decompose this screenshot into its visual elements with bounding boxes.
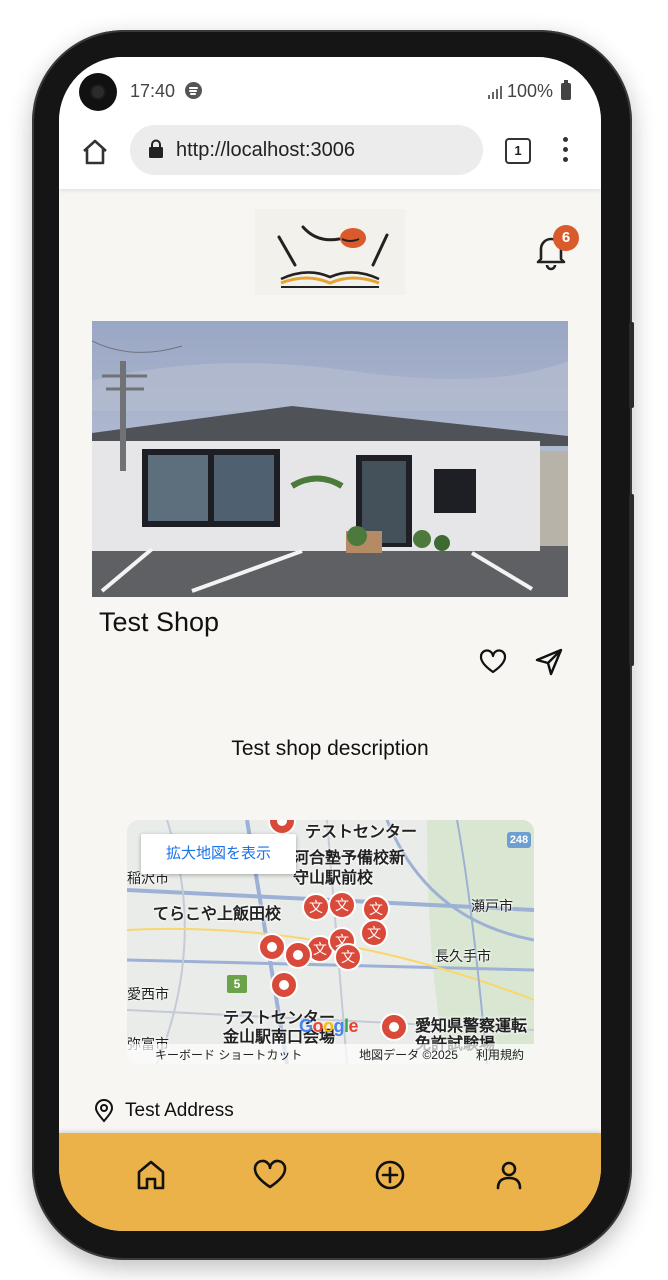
notification-badge: 6 <box>553 225 579 251</box>
battery-percent: 100% <box>506 81 553 101</box>
route-248-shield: 248 <box>509 834 529 846</box>
home-icon[interactable] <box>80 137 110 167</box>
favorite-icon[interactable] <box>479 648 507 676</box>
volume-button <box>629 322 634 408</box>
map-pin[interactable] <box>283 940 313 970</box>
svg-text:文: 文 <box>313 942 327 958</box>
map-terms-link[interactable]: 利用規約 <box>476 1046 524 1063</box>
svg-text:文: 文 <box>367 926 381 942</box>
share-send-icon[interactable] <box>533 646 565 678</box>
map[interactable]: 248 5 テストセンター 河合塾予備校新 守山駅前校 てらこや上飯田校 瀬戸市… <box>127 820 534 1064</box>
book-logo <box>255 209 405 295</box>
add-icon[interactable] <box>372 1157 408 1193</box>
signal-icon <box>487 85 502 99</box>
google-logo: Google <box>299 1016 359 1036</box>
map-label-test-center-top: テストセンター <box>305 824 418 841</box>
map-footer: キーボード ショートカット 地図データ ©2025 利用規約 <box>127 1044 534 1064</box>
status-right: 100% <box>487 80 571 102</box>
tabs-icon[interactable]: 1 <box>505 138 531 164</box>
map-label-terakoya: てらこや上飯田校 <box>153 906 282 923</box>
home-icon[interactable] <box>133 1157 169 1193</box>
profile-icon[interactable] <box>491 1157 527 1193</box>
shop-name: Test Shop <box>99 607 220 637</box>
school-pin[interactable]: 文 <box>327 890 357 920</box>
svg-text:文: 文 <box>341 950 355 966</box>
address-text: Test Address <box>125 1100 234 1121</box>
location-pin-icon <box>94 1099 114 1123</box>
map-label-moriyama: 守山駅前校 <box>293 870 374 887</box>
app-screen: 17:40 100% http://localhost:3006 1 6 Tes… <box>59 57 601 1231</box>
map-pin[interactable] <box>379 1012 409 1042</box>
map-expand-button[interactable]: 拡大地図を表示 <box>141 834 296 874</box>
route-5-shield: 5 <box>233 977 241 991</box>
shop-description: Test shop description <box>231 737 429 760</box>
favorites-icon[interactable] <box>252 1157 288 1193</box>
bottom-nav <box>59 1133 601 1231</box>
spotify-icon <box>185 82 202 99</box>
map-data-credit: 地図データ ©2025 <box>359 1047 458 1062</box>
lock-icon <box>149 139 163 158</box>
status-bar: 17:40 100% <box>59 57 601 125</box>
map-label-aisai: 愛西市 <box>127 986 169 1002</box>
more-vert-icon[interactable] <box>559 137 571 165</box>
browser-toolbar: http://localhost:3006 1 <box>59 125 601 189</box>
url-text: http://localhost:3006 <box>176 139 356 161</box>
url-bar[interactable]: http://localhost:3006 <box>130 125 483 175</box>
map-label-nagakute: 長久手市 <box>435 948 491 964</box>
map-pin[interactable] <box>269 970 299 1000</box>
shop-photo <box>92 321 568 597</box>
svg-text:文: 文 <box>369 902 383 918</box>
map-keyboard-shortcuts[interactable]: キーボード ショートカット <box>127 1046 302 1063</box>
school-pin[interactable]: 文 <box>333 942 363 972</box>
front-camera <box>79 73 117 111</box>
map-label-seto: 瀬戸市 <box>471 898 513 914</box>
battery-icon <box>561 80 571 100</box>
svg-text:文: 文 <box>335 898 349 914</box>
school-pin[interactable]: 文 <box>359 918 389 948</box>
power-button <box>629 494 634 666</box>
svg-text:文: 文 <box>309 900 323 916</box>
shop-address: Test Address <box>93 1099 234 1123</box>
status-time: 17:40 <box>130 81 176 101</box>
